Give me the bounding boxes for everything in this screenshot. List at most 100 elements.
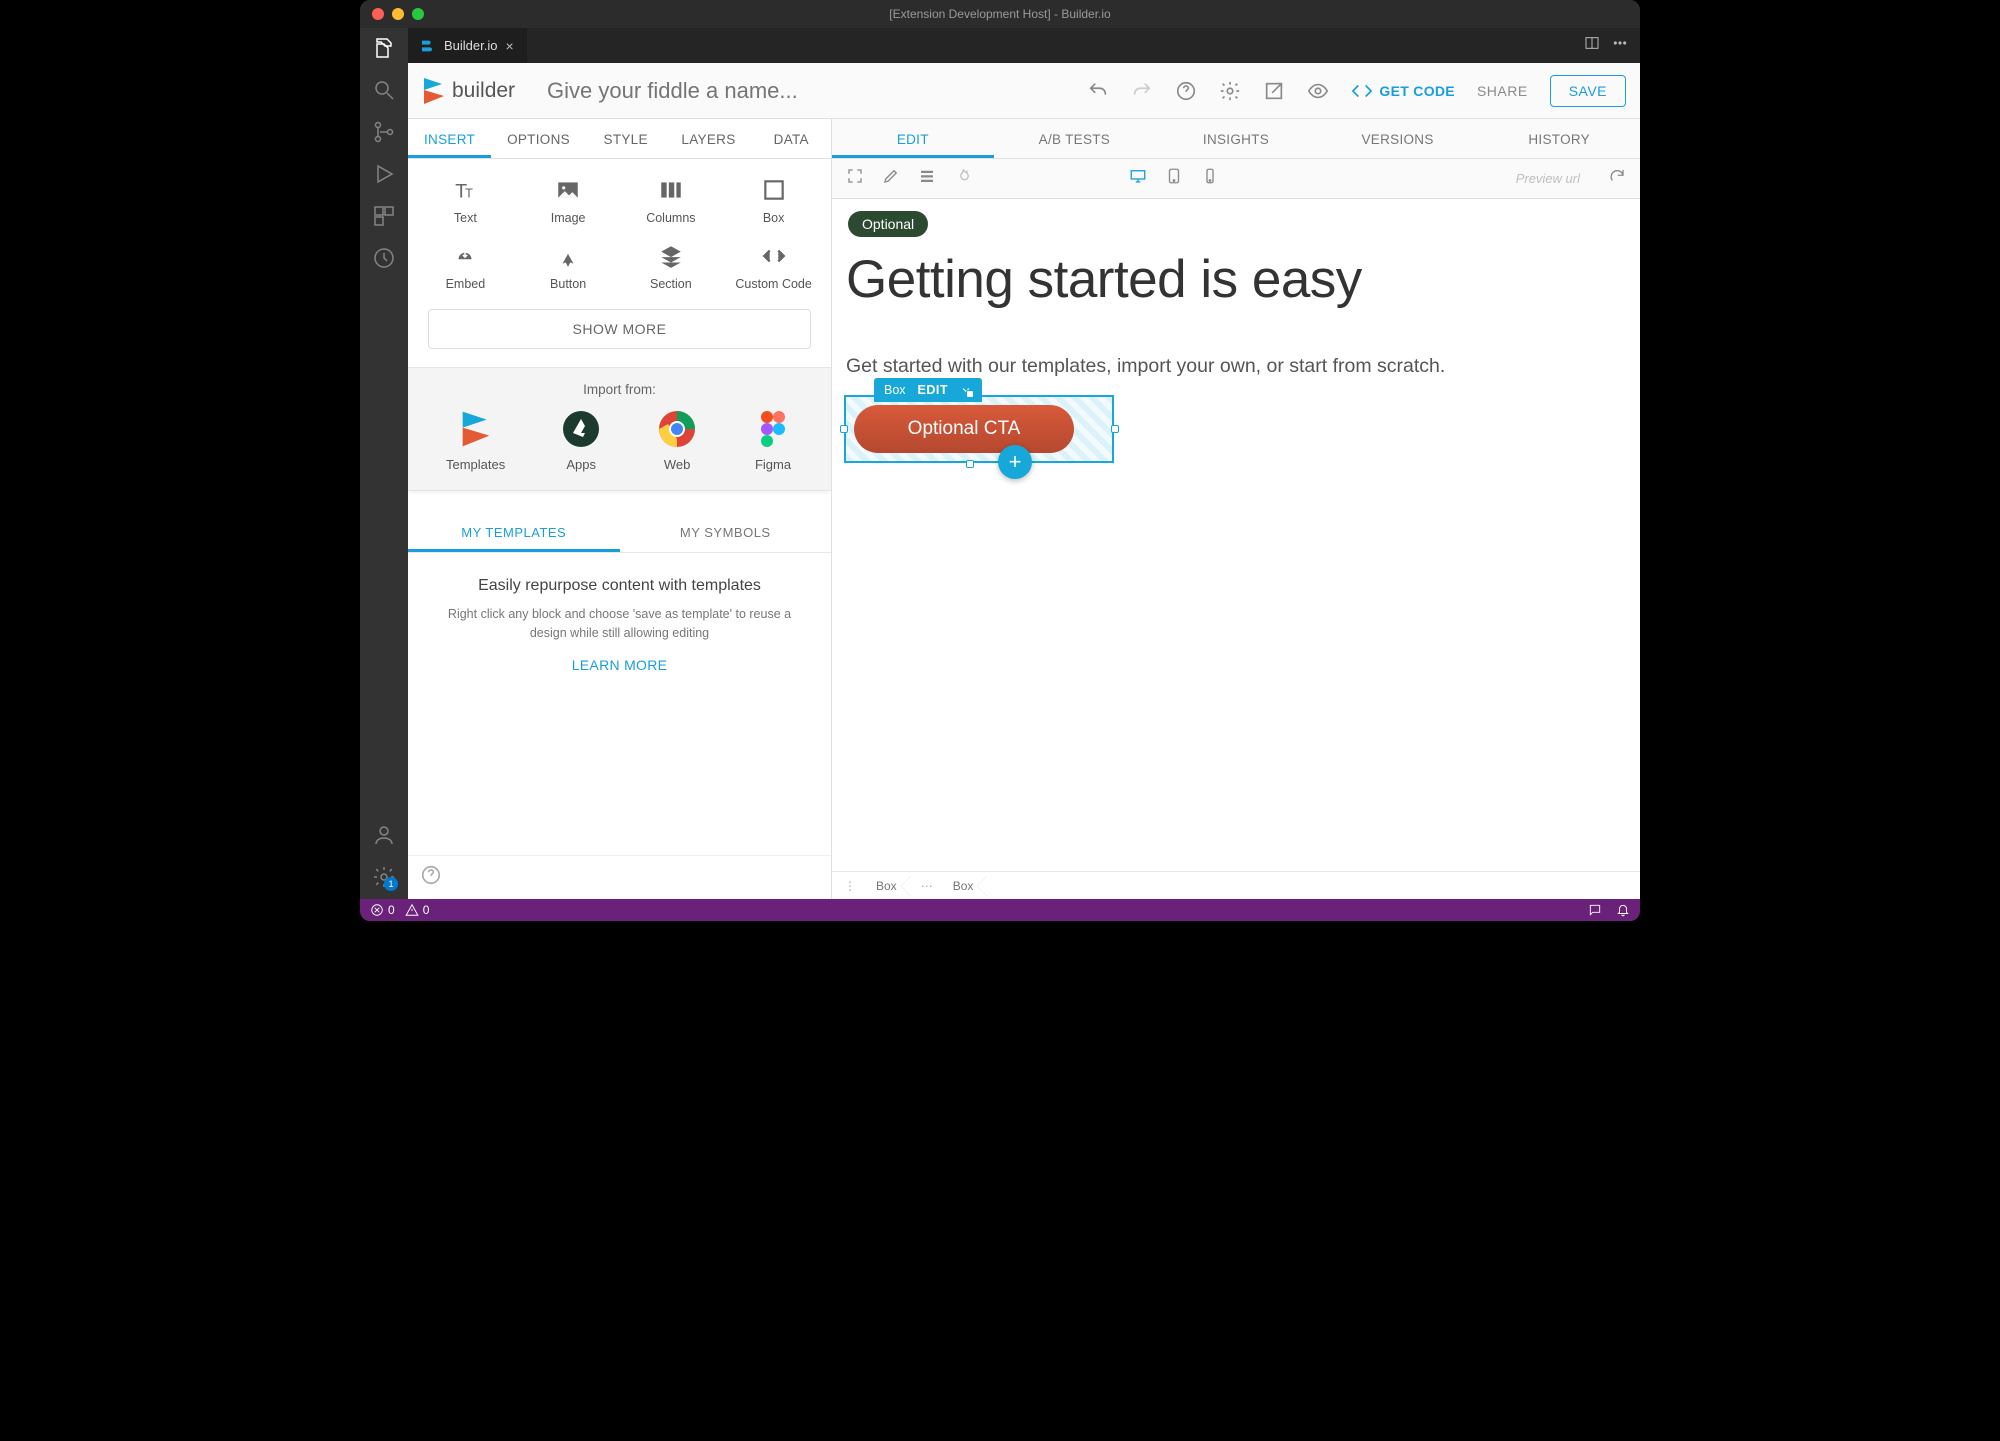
tab-layers[interactable]: LAYERS	[665, 119, 751, 158]
add-block-button[interactable]: +	[998, 445, 1032, 479]
tab-builder-io[interactable]: Builder.io ×	[408, 28, 527, 63]
error-icon	[370, 903, 384, 917]
hero-subtext[interactable]: Get started with our templates, import y…	[846, 355, 1445, 378]
block-label: Custom Code	[735, 277, 811, 291]
block-embed[interactable]: Embed	[414, 243, 517, 291]
show-more-button[interactable]: SHOW MORE	[428, 309, 811, 349]
undo-icon[interactable]	[1087, 80, 1109, 102]
block-custom-code[interactable]: Custom Code	[722, 243, 825, 291]
block-columns[interactable]: Columns	[620, 177, 723, 225]
apps-icon	[561, 409, 601, 449]
accounts-icon[interactable]	[372, 823, 396, 847]
explorer-icon[interactable]	[372, 36, 396, 60]
help-circle-icon[interactable]	[420, 873, 442, 890]
get-code-label: GET CODE	[1379, 83, 1455, 99]
manage-gear-icon[interactable]: 1	[372, 865, 396, 889]
optional-badge: Optional	[848, 211, 928, 237]
breadcrumb-drag-icon[interactable]: ⋮	[838, 879, 862, 893]
block-box[interactable]: Box	[722, 177, 825, 225]
close-window-button[interactable]	[372, 8, 384, 20]
cta-button[interactable]: Optional CTA	[854, 405, 1074, 453]
status-errors[interactable]: 0	[370, 903, 395, 917]
redo-icon[interactable]	[1131, 80, 1153, 102]
resize-handle-w[interactable]	[840, 425, 848, 433]
tab-bar: Builder.io ×	[408, 28, 1640, 63]
block-section[interactable]: Section	[620, 243, 723, 291]
run-debug-icon[interactable]	[372, 162, 396, 186]
templates-info: Easily repurpose content with templates …	[408, 553, 831, 683]
open-external-icon[interactable]	[1263, 80, 1285, 102]
editor-canvas[interactable]: Optional Getting started is easy Get sta…	[832, 199, 1640, 871]
help-icon[interactable]	[1175, 80, 1197, 102]
preview-url-input[interactable]: Preview url	[1516, 171, 1580, 186]
flame-icon[interactable]	[954, 167, 972, 190]
left-footer	[408, 855, 831, 899]
import-web[interactable]: Web	[657, 409, 697, 472]
tab-insights[interactable]: INSIGHTS	[1155, 119, 1317, 158]
builder-logo: builder	[422, 76, 515, 106]
feedback-icon[interactable]	[1588, 903, 1602, 917]
code-brackets-icon	[1351, 80, 1373, 102]
breadcrumb-item[interactable]: Box	[866, 876, 911, 896]
resize-handle-e[interactable]	[1111, 425, 1119, 433]
resize-handle-s[interactable]	[966, 460, 974, 468]
device-mobile-icon[interactable]	[1201, 167, 1219, 190]
window-title: [Extension Development Host] - Builder.i…	[360, 7, 1640, 21]
split-editor-icon[interactable]	[1584, 35, 1600, 56]
status-bar: 0 0	[360, 899, 1640, 921]
tab-history[interactable]: HISTORY	[1478, 119, 1640, 158]
tab-my-templates[interactable]: MY TEMPLATES	[408, 509, 620, 552]
right-tabs: EDIT A/B TESTS INSIGHTS VERSIONS HISTORY	[832, 119, 1640, 159]
save-button[interactable]: SAVE	[1550, 75, 1626, 107]
settings-gear-icon[interactable]	[1219, 80, 1241, 102]
tab-edit[interactable]: EDIT	[832, 119, 994, 158]
device-tablet-icon[interactable]	[1165, 167, 1183, 190]
tab-my-symbols[interactable]: MY SYMBOLS	[620, 509, 832, 552]
get-code-button[interactable]: GET CODE	[1351, 80, 1455, 102]
learn-more-link[interactable]: LEARN MORE	[430, 657, 809, 673]
block-button[interactable]: Button	[517, 243, 620, 291]
activity-bar: 1	[360, 28, 408, 899]
source-control-icon[interactable]	[372, 120, 396, 144]
fiddle-name-input[interactable]	[545, 77, 825, 105]
breadcrumb-more-icon[interactable]: ⋯	[915, 879, 939, 893]
search-icon[interactable]	[372, 78, 396, 102]
pencil-icon[interactable]	[882, 167, 900, 190]
builder-logo-icon	[456, 409, 496, 449]
bell-icon[interactable]	[1616, 903, 1630, 917]
selected-element[interactable]: Box EDIT Optional CTA +	[846, 395, 1094, 463]
tab-close-icon[interactable]: ×	[505, 38, 513, 54]
device-desktop-icon[interactable]	[1129, 167, 1147, 190]
breadcrumb-bar: ⋮ Box ⋯ Box	[832, 871, 1640, 899]
block-text[interactable]: TT Text	[414, 177, 517, 225]
extensions-icon[interactable]	[372, 204, 396, 228]
code-icon	[761, 243, 787, 269]
import-apps[interactable]: Apps	[561, 409, 601, 472]
tab-options[interactable]: OPTIONS	[491, 119, 586, 158]
tab-ab-tests[interactable]: A/B TESTS	[994, 119, 1156, 158]
zoom-window-button[interactable]	[412, 8, 424, 20]
block-image[interactable]: Image	[517, 177, 620, 225]
tab-style[interactable]: STYLE	[586, 119, 666, 158]
builder-tab-icon	[420, 38, 436, 54]
tab-data[interactable]: DATA	[752, 119, 832, 158]
tab-insert[interactable]: INSERT	[408, 119, 491, 158]
grid-icon[interactable]	[918, 167, 936, 190]
columns-icon	[658, 177, 684, 203]
more-actions-icon[interactable]	[1612, 35, 1628, 56]
tab-versions[interactable]: VERSIONS	[1317, 119, 1479, 158]
hero-heading[interactable]: Getting started is easy	[846, 249, 1362, 310]
preview-eye-icon[interactable]	[1307, 80, 1329, 102]
import-figma[interactable]: Figma	[753, 409, 793, 472]
fullscreen-icon[interactable]	[846, 167, 864, 190]
refresh-icon[interactable]	[1608, 167, 1626, 190]
import-templates[interactable]: Templates	[446, 409, 505, 472]
resize-handle-n[interactable]	[966, 390, 974, 398]
breadcrumb-item[interactable]: Box	[943, 876, 988, 896]
warning-icon	[405, 903, 419, 917]
status-warnings[interactable]: 0	[405, 903, 430, 917]
minimize-window-button[interactable]	[392, 8, 404, 20]
timeline-icon[interactable]	[372, 246, 396, 270]
share-button[interactable]: SHARE	[1477, 83, 1528, 99]
block-label: Section	[650, 277, 692, 291]
